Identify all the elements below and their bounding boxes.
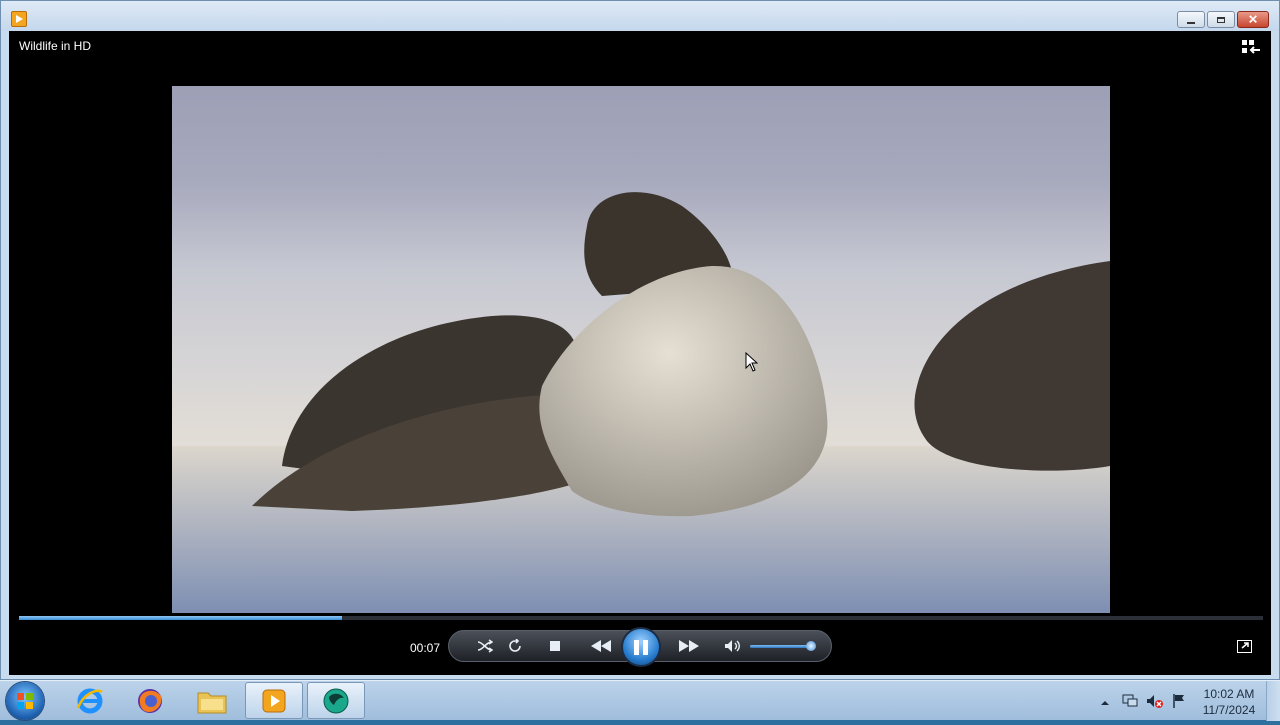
close-icon: ✕ <box>1247 12 1259 26</box>
chevron-up-icon <box>1101 701 1109 705</box>
repeat-icon <box>509 639 521 652</box>
volume-slider-handle[interactable] <box>806 641 816 651</box>
window-controls: ✕ <box>1177 11 1269 28</box>
shuffle-icon <box>477 639 493 653</box>
clock-time: 10:02 AM <box>1203 687 1255 701</box>
taskbar-app-teal[interactable] <box>307 682 365 719</box>
volume-icon <box>725 640 740 652</box>
mouse-cursor-icon <box>745 352 759 372</box>
title-bar[interactable]: ✕ <box>1 1 1279 31</box>
mute-button[interactable] <box>719 631 747 661</box>
taskbar-windows-media-player[interactable] <box>245 682 303 719</box>
firefox-icon <box>138 688 162 713</box>
media-player-window: ✕ Wildlife in HD 00:07 <box>0 0 1280 680</box>
start-button[interactable] <box>6 682 44 720</box>
taskbar-firefox[interactable] <box>121 682 179 719</box>
app-globe-icon <box>323 688 349 713</box>
system-clock[interactable]: 10:02 AM 11/7/2024 <box>1196 686 1262 718</box>
seek-progress <box>19 616 343 620</box>
pause-button[interactable] <box>621 627 661 667</box>
taskbar-internet-explorer[interactable] <box>61 682 119 719</box>
clock-date: 11/7/2024 <box>1202 703 1256 717</box>
next-icon <box>679 640 699 652</box>
stop-icon <box>550 641 560 651</box>
internet-explorer-icon <box>76 688 103 713</box>
taskbar: 10:02 AM 11/7/2024 <box>0 680 1280 721</box>
fullscreen-icon[interactable] <box>1237 640 1252 653</box>
windows-logo-icon <box>17 693 33 709</box>
show-hidden-icons[interactable] <box>1100 695 1116 711</box>
video-title: Wildlife in HD <box>19 39 92 53</box>
maximize-button[interactable] <box>1207 11 1235 28</box>
network-icon[interactable] <box>1122 693 1138 709</box>
video-frame[interactable] <box>172 86 1110 613</box>
media-player-icon <box>262 689 286 712</box>
action-center-flag-icon[interactable] <box>1172 693 1188 709</box>
minimize-button[interactable] <box>1177 11 1205 28</box>
seek-bar[interactable] <box>19 616 1263 620</box>
close-button[interactable]: ✕ <box>1237 11 1269 28</box>
stop-button[interactable] <box>541 631 569 661</box>
media-player-app-icon[interactable] <box>11 11 27 27</box>
show-desktop-button[interactable] <box>1266 681 1280 721</box>
shuffle-button[interactable] <box>471 631 499 661</box>
switch-to-library-icon[interactable] <box>1241 39 1261 55</box>
seal-scene-image <box>172 192 1110 613</box>
maximize-icon <box>1217 16 1225 23</box>
volume-slider[interactable] <box>750 645 812 648</box>
minimize-icon <box>1187 21 1195 24</box>
repeat-button[interactable] <box>501 631 529 661</box>
previous-button[interactable] <box>585 631 617 661</box>
volume-muted-icon[interactable] <box>1146 693 1163 709</box>
player-area[interactable]: Wildlife in HD 00:07 <box>9 31 1271 675</box>
folder-icon <box>197 692 227 713</box>
previous-icon <box>591 640 611 652</box>
taskbar-file-explorer[interactable] <box>183 682 241 719</box>
elapsed-time: 00:07 <box>410 641 441 655</box>
next-button[interactable] <box>673 631 705 661</box>
